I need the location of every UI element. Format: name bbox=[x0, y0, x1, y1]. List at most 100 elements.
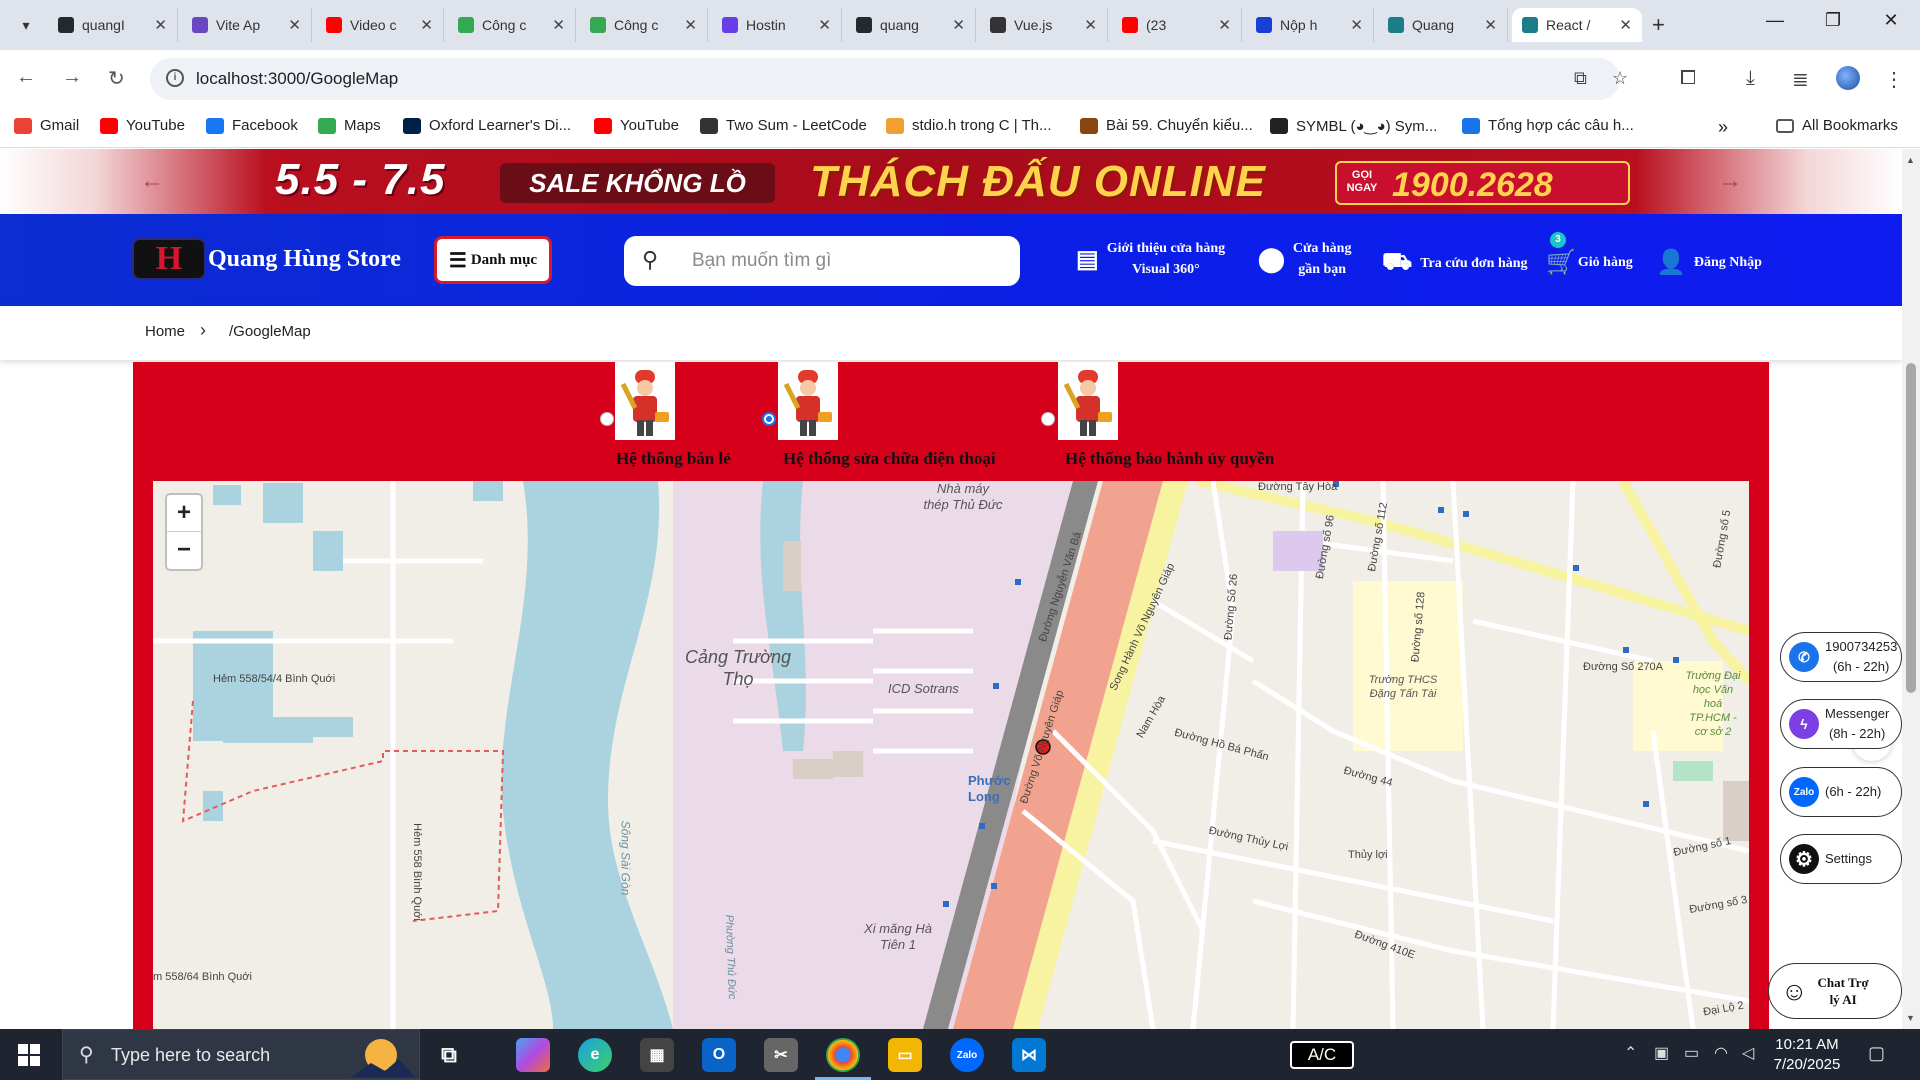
messenger-button[interactable]: ϟ Messenger (8h - 22h) bbox=[1780, 699, 1902, 749]
bookmark-item[interactable]: Bài 59. Chuyển kiểu... bbox=[1080, 117, 1253, 134]
close-tab-icon[interactable]: ✕ bbox=[1350, 16, 1363, 34]
bookmarks-overflow-icon[interactable]: » bbox=[1718, 117, 1728, 138]
radio-retail[interactable] bbox=[600, 412, 614, 426]
site-info-icon[interactable]: i bbox=[166, 69, 184, 87]
reload-icon[interactable]: ↻ bbox=[108, 66, 125, 91]
close-tab-icon[interactable]: ✕ bbox=[818, 16, 831, 34]
nearby-store-link[interactable]: ⬤ Cửa hàng gần bạn bbox=[1258, 238, 1351, 280]
chrome-icon[interactable] bbox=[826, 1038, 860, 1072]
close-tab-icon[interactable]: ✕ bbox=[420, 16, 433, 34]
copilot-icon[interactable] bbox=[516, 1038, 550, 1072]
zoom-out-button[interactable]: − bbox=[167, 532, 201, 569]
chat-ai-button[interactable]: ☺ Chat Trợ lý AI bbox=[1768, 963, 1902, 1019]
download-icon[interactable]: ⤓ bbox=[1746, 67, 1755, 90]
banner-prev-icon[interactable]: ← bbox=[140, 167, 164, 195]
restore-icon[interactable]: ❐ bbox=[1810, 10, 1856, 31]
login-link[interactable]: 👤 Đăng Nhập bbox=[1656, 248, 1762, 277]
new-tab-button[interactable]: + bbox=[1652, 12, 1665, 38]
tab-search-icon[interactable]: ▾ bbox=[12, 13, 40, 37]
scroll-thumb[interactable] bbox=[1906, 363, 1916, 693]
browser-tab[interactable]: Vite Ap ✕ bbox=[182, 8, 312, 42]
banner-next-icon[interactable]: → bbox=[1718, 167, 1742, 195]
task-view-icon[interactable]: ⧉ bbox=[432, 1038, 466, 1072]
windows-start-icon[interactable] bbox=[18, 1044, 40, 1066]
promo-banner[interactable]: ← 5.5 - 7.5 SALE KHỔNG LỒ THÁCH ĐẤU ONLI… bbox=[0, 149, 1902, 214]
close-tab-icon[interactable]: ✕ bbox=[154, 16, 167, 34]
file-explorer-icon[interactable]: ▭ bbox=[888, 1038, 922, 1072]
close-tab-icon[interactable]: ✕ bbox=[952, 16, 965, 34]
zoom-in-button[interactable]: + bbox=[167, 495, 201, 532]
ac-indicator[interactable]: A/C bbox=[1290, 1041, 1354, 1069]
bookmark-item[interactable]: YouTube bbox=[100, 117, 185, 134]
close-tab-icon[interactable]: ✕ bbox=[684, 16, 697, 34]
tray-chevron-icon[interactable]: ⌃ bbox=[1624, 1043, 1637, 1063]
media-control-icon[interactable]: ≣ bbox=[1792, 67, 1809, 92]
wifi-icon[interactable]: ◠ bbox=[1714, 1043, 1728, 1063]
page-scrollbar[interactable]: ▲ ▼ bbox=[1902, 149, 1920, 1029]
browser-tab[interactable]: React / ✕ bbox=[1512, 8, 1642, 42]
bookmark-item[interactable]: SYMBL (◕‿◕) Sym... bbox=[1270, 117, 1437, 135]
search-input[interactable] bbox=[692, 248, 992, 274]
google-map[interactable]: + − Cảng Trường Thọ Nhà máy thép Thủ Đức… bbox=[153, 481, 1749, 1029]
outlook-icon[interactable]: O bbox=[702, 1038, 736, 1072]
close-tab-icon[interactable]: ✕ bbox=[288, 16, 301, 34]
bookmark-item[interactable]: Two Sum - LeetCode bbox=[700, 117, 867, 134]
close-tab-icon[interactable]: ✕ bbox=[552, 16, 565, 34]
translate-icon[interactable]: ⧉ bbox=[1574, 68, 1587, 89]
bookmark-item[interactable]: Maps bbox=[318, 117, 381, 134]
bookmark-item[interactable]: YouTube bbox=[594, 117, 679, 134]
browser-tab[interactable]: Video c ✕ bbox=[316, 8, 444, 42]
zalo-app-icon[interactable]: Zalo bbox=[950, 1038, 984, 1072]
close-tab-icon[interactable]: ✕ bbox=[1084, 16, 1097, 34]
back-arrow-icon[interactable]: ← bbox=[16, 66, 36, 89]
notification-icon[interactable]: ▢ bbox=[1868, 1043, 1885, 1064]
bookmark-item[interactable]: Oxford Learner's Di... bbox=[403, 117, 571, 134]
category-menu-button[interactable]: ☰ Danh mục bbox=[434, 236, 552, 284]
scroll-up-icon[interactable]: ▲ bbox=[1906, 155, 1915, 165]
store-logo[interactable]: H bbox=[132, 238, 206, 280]
cart-link[interactable]: 🛒 Giỏ hàng bbox=[1546, 248, 1633, 277]
search-icon[interactable]: ⚲ bbox=[642, 247, 658, 273]
track-order-link[interactable]: ⛟ Tra cứu đơn hàng bbox=[1382, 248, 1528, 278]
more-menu-icon[interactable]: ⋮ bbox=[1884, 67, 1904, 92]
browser-tab[interactable]: (23 ✕ bbox=[1112, 8, 1242, 42]
snipping-icon[interactable]: ✂ bbox=[764, 1038, 798, 1072]
store-name[interactable]: Quang Hùng Store bbox=[208, 246, 401, 273]
browser-tab[interactable]: Nộp h ✕ bbox=[1246, 8, 1374, 42]
url-text[interactable]: localhost:3000/GoogleMap bbox=[196, 69, 398, 89]
settings-button[interactable]: ⚙ Settings bbox=[1780, 834, 1902, 884]
bookmark-star-icon[interactable]: ☆ bbox=[1612, 68, 1628, 89]
browser-tab[interactable]: quangI ✕ bbox=[48, 8, 178, 42]
minimize-icon[interactable]: — bbox=[1752, 10, 1798, 31]
battery-icon[interactable]: ▭ bbox=[1684, 1043, 1699, 1063]
taskbar-search[interactable]: ⚲ Type here to search bbox=[62, 1029, 420, 1080]
radio-repair[interactable] bbox=[762, 412, 776, 426]
close-tab-icon[interactable]: ✕ bbox=[1218, 16, 1231, 34]
edge-icon[interactable]: e bbox=[578, 1038, 612, 1072]
intro-store-link[interactable]: ▤ Giới thiệu cửa hàng Visual 360° bbox=[1076, 238, 1225, 280]
browser-tab[interactable]: Hostin ✕ bbox=[712, 8, 842, 42]
address-bar[interactable]: i localhost:3000/GoogleMap ⧉ ☆ bbox=[150, 58, 1628, 100]
bookmark-item[interactable]: Gmail bbox=[14, 117, 79, 134]
radio-warranty[interactable] bbox=[1041, 412, 1055, 426]
camera-icon[interactable]: ▣ bbox=[1654, 1043, 1669, 1063]
bookmark-item[interactable]: stdio.h trong C | Th... bbox=[886, 117, 1052, 134]
store-icon[interactable]: ▦ bbox=[640, 1038, 674, 1072]
hotline-button[interactable]: ✆ 1900734253 (6h - 22h) bbox=[1780, 632, 1902, 682]
zalo-button[interactable]: Zalo (6h - 22h) bbox=[1780, 767, 1902, 817]
vscode-icon[interactable]: ⋈ bbox=[1012, 1038, 1046, 1072]
browser-tab[interactable]: quang ✕ bbox=[846, 8, 976, 42]
forward-arrow-icon[interactable]: → bbox=[62, 66, 82, 89]
close-window-icon[interactable]: ✕ bbox=[1868, 10, 1914, 31]
volume-icon[interactable]: ◁ bbox=[1742, 1043, 1754, 1063]
browser-tab[interactable]: Vue.js ✕ bbox=[980, 8, 1108, 42]
profile-avatar[interactable] bbox=[1836, 66, 1860, 90]
bookmark-item[interactable]: Tổng hợp các câu h... bbox=[1462, 117, 1634, 134]
breadcrumb-home[interactable]: Home bbox=[145, 323, 185, 340]
scroll-down-icon[interactable]: ▼ bbox=[1906, 1013, 1915, 1023]
browser-tab[interactable]: Quang ✕ bbox=[1378, 8, 1508, 42]
close-tab-icon[interactable]: ✕ bbox=[1619, 16, 1632, 34]
taskbar-clock[interactable]: 10:21 AM 7/20/2025 bbox=[1762, 1035, 1852, 1075]
browser-tab[interactable]: Công c ✕ bbox=[448, 8, 576, 42]
close-tab-icon[interactable]: ✕ bbox=[1484, 16, 1497, 34]
